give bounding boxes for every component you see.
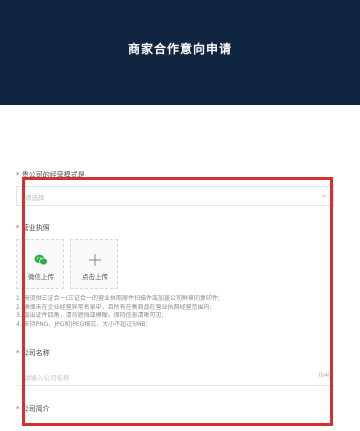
operation-mode-label: * 贵公司的经营模式是 — [16, 170, 85, 180]
upload-requirements: 1. 需提供三证合一(三证合一的营业执照原件扫描件或加盖公司鲜章的复印件; 2.… — [16, 295, 336, 329]
company-intro-label: * 公司简介 — [16, 404, 50, 414]
requirement-note: 2. 确保未在企业经营异常名录中，且所有在售商品在营业执照经营范围内; — [16, 303, 212, 311]
required-mark: * — [16, 349, 20, 357]
page-header: 商家合作意向申请 — [0, 0, 360, 105]
required-mark: * — [16, 224, 20, 232]
click-upload-label: 点击上传 — [82, 273, 108, 281]
char-counter: 0/40 — [318, 372, 332, 379]
required-mark: * — [16, 171, 20, 179]
business-license-label: * 营业执照 — [16, 223, 50, 233]
requirement-note: 1. 需提供三证合一(三证合一的营业执照原件扫描件或加盖公司鲜章的复印件; — [16, 295, 220, 302]
wechat-icon — [34, 254, 48, 266]
operation-mode-select[interactable]: 请选择 — [16, 186, 334, 206]
company-name-label: * 公司名称 — [16, 348, 50, 358]
page-title: 商家合作意向申请 — [127, 42, 232, 56]
company-intro-label-text: 公司简介 — [21, 405, 50, 413]
operation-mode-placeholder: 请选择 — [25, 194, 45, 202]
business-license-label-text: 营业执照 — [21, 224, 50, 232]
requirement-note: 4. 支持PNG、JPG和JPEG格式，大小不超过5MB; — [16, 320, 148, 328]
chevron-down-icon — [321, 194, 327, 198]
wechat-upload-button[interactable]: 微信上传 — [16, 239, 64, 289]
click-upload-button[interactable]: 点击上传 — [70, 239, 118, 289]
plus-icon — [89, 254, 101, 266]
wechat-upload-label: 微信上传 — [28, 273, 54, 281]
required-mark: * — [16, 405, 20, 413]
company-name-input[interactable]: 请输入公司名称 0/40 — [16, 366, 334, 386]
company-name-placeholder: 请输入公司名称 — [24, 374, 70, 382]
requirement-note: 3. 露出证件四角，请勿遮挡或模糊，保持信息清晰可见; — [16, 312, 164, 319]
company-name-label-text: 公司名称 — [21, 349, 50, 357]
operation-mode-label-text: 贵公司的经营模式是 — [21, 171, 85, 179]
